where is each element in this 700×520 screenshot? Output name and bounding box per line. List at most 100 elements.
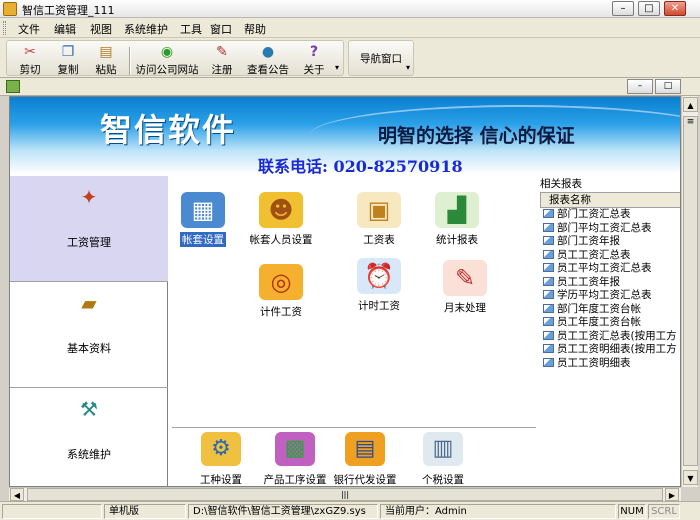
menu-window[interactable]: 窗口 — [210, 21, 232, 37]
register-pen-icon: ✎ — [216, 44, 228, 60]
report-item[interactable]: 部门平均工资汇总表 — [540, 222, 680, 236]
status-user: 当前用户：Admin — [380, 504, 616, 519]
report-item[interactable]: 员工工资汇总表 — [540, 249, 680, 263]
announcements-button[interactable]: ● 查看公告 — [243, 43, 293, 77]
vertical-scrollbar[interactable]: ▲ ≡ ▼ — [681, 96, 698, 487]
mdi-child-bar: – □ — [0, 78, 700, 96]
report-item[interactable]: 员工工资明细表 — [540, 357, 680, 371]
report-icon — [543, 263, 554, 272]
menu-edit[interactable]: 编辑 — [54, 21, 76, 37]
report-icon — [543, 209, 554, 218]
reports-column-header[interactable]: 报表名称 — [540, 192, 680, 208]
related-reports-panel: 相关报表 报表名称 部门工资汇总表 部门平均工资汇总表 部门工资年报 员工工资汇… — [538, 176, 680, 486]
income-tax-setup-item[interactable]: ▥ 个税设置 — [400, 432, 486, 486]
status-path: D:\智信软件\智信工资管理\zxGZ9.sys — [188, 504, 378, 519]
minimize-button[interactable]: – — [612, 1, 634, 16]
cut-button[interactable]: ✂ 剪切 — [15, 43, 45, 77]
banner-slogan: 明智的选择 信心的保证 — [378, 125, 575, 147]
scroll-left-arrow-icon[interactable]: ◀ — [10, 488, 24, 501]
hourly-wage-item[interactable]: ⏰ 计时工资 — [334, 258, 424, 313]
horizontal-scroll-thumb[interactable]: ||| — [27, 488, 663, 501]
piece-wage-item[interactable]: ◎ 计件工资 — [236, 264, 326, 319]
toolbar-separator — [129, 47, 131, 75]
report-item[interactable]: 员工平均工资汇总表 — [540, 262, 680, 276]
report-item[interactable]: 员工工资明细表(按用工方 — [540, 343, 680, 357]
month-end-item[interactable]: ✎ 月末处理 — [420, 260, 510, 315]
register-button[interactable]: ✎ 注册 — [207, 43, 237, 77]
status-bar: 单机版 D:\智信软件\智信工资管理\zxGZ9.sys 当前用户：Admin … — [0, 501, 700, 520]
report-item[interactable]: 学历平均工资汇总表 — [540, 289, 680, 303]
about-button[interactable]: ? 关于 — [299, 43, 329, 77]
brand-banner: 智信软件 明智的选择 信心的保证 联系电话: 020-82570918 — [10, 97, 680, 174]
menubar: 文件 编辑 视图 系统维护 工具 窗口 帮助 — [0, 18, 700, 38]
standard-toolbar: ✂ 剪切 ❐ 复制 ▤ 粘贴 ◉ 访问公司网站 ✎ 注册 ● 查看公告 ? 关于… — [6, 40, 344, 76]
reports-list: 部门工资汇总表 部门平均工资汇总表 部门工资年报 员工工资汇总表 员工平均工资汇… — [540, 208, 680, 486]
scroll-up-arrow-icon[interactable]: ▲ — [683, 97, 698, 112]
book-icon: ▰ — [81, 291, 97, 315]
clipboard-icon: ▤ — [99, 44, 113, 60]
window-title: 智信工资管理_111 — [22, 4, 115, 17]
account-setup-item[interactable]: ▦ 帐套设置 — [158, 192, 248, 247]
nav-system-maintenance[interactable]: ⚒ 系统维护 — [10, 388, 168, 486]
menu-help[interactable]: 帮助 — [244, 21, 266, 37]
account-staff-setup-item[interactable]: ☻ 帐套人员设置 — [236, 192, 326, 247]
nav-payroll-management[interactable]: ✦ 工资管理 — [10, 176, 168, 282]
report-item[interactable]: 员工工资年报 — [540, 276, 680, 290]
menu-tools[interactable]: 工具 — [180, 21, 202, 37]
toolbar: ✂ 剪切 ❐ 复制 ▤ 粘贴 ◉ 访问公司网站 ✎ 注册 ● 查看公告 ? 关于… — [0, 38, 700, 78]
web-globe-icon: ◉ — [160, 44, 174, 60]
maximize-button[interactable]: □ — [638, 1, 660, 16]
child-restore-button[interactable]: □ — [655, 79, 681, 94]
payroll-coin-icon: ✦ — [80, 185, 98, 209]
menubar-grip — [3, 21, 6, 35]
report-icon — [543, 290, 554, 299]
report-icon — [543, 249, 554, 259]
banner-contact: 联系电话: 020-82570918 — [258, 157, 463, 174]
wrench-tools-icon: ⚒ — [80, 397, 98, 421]
report-icon — [543, 222, 554, 232]
payroll-table-item[interactable]: ▣ 工资表 — [334, 192, 424, 247]
book-stack-icon: ▦ — [181, 192, 225, 228]
feature-panel: ▦ 帐套设置 ☻ 帐套人员设置 ▣ 工资表 ▟ 统计报表 ◎ 计件工资 ⏰ 计时… — [172, 176, 536, 424]
settings-panel: ⚙ 工种设置 ▩ 产品工序设置 ▤ 银行代发设置 ▥ 个税设置 — [172, 427, 536, 486]
menu-view[interactable]: 视图 — [90, 21, 112, 37]
report-icon — [543, 357, 554, 367]
report-item[interactable]: 员工工资汇总表(按用工方 — [540, 330, 680, 344]
status-num: NUM — [618, 504, 646, 519]
report-item[interactable]: 部门工资年报 — [540, 235, 680, 249]
nav-basic-data[interactable]: ▰ 基本资料 — [10, 282, 168, 388]
scroll-right-arrow-icon[interactable]: ▶ — [665, 488, 679, 501]
globe-icon: ● — [261, 44, 275, 60]
stat-report-item[interactable]: ▟ 统计报表 — [412, 192, 502, 247]
paste-button[interactable]: ▤ 粘贴 — [91, 43, 121, 77]
scroll-down-arrow-icon[interactable]: ▼ — [683, 470, 698, 485]
nav-toolbar-overflow-icon[interactable]: ▾ — [406, 63, 410, 72]
report-item[interactable]: 部门工资汇总表 — [540, 208, 680, 222]
navigation-toolbar: 导航窗口 ▾ — [348, 40, 414, 76]
status-blank — [2, 504, 102, 519]
menu-file[interactable]: 文件 — [18, 21, 40, 37]
report-icon — [543, 236, 554, 245]
calculator-icon: ▥ — [423, 432, 463, 466]
copy-button[interactable]: ❐ 复制 — [53, 43, 83, 77]
toolbar-overflow-icon[interactable]: ▾ — [335, 63, 339, 72]
report-icon — [543, 317, 554, 326]
visit-website-button[interactable]: ◉ 访问公司网站 — [133, 43, 201, 77]
report-item[interactable]: 部门年度工资台帐 — [540, 303, 680, 317]
child-window-icon — [6, 80, 20, 93]
horizontal-scrollbar[interactable]: ◀ ||| ▶ — [9, 487, 681, 501]
help-question-icon: ? — [309, 44, 319, 60]
report-item[interactable]: 员工年度工资台帐 — [540, 316, 680, 330]
banner-brand: 智信软件 — [100, 111, 237, 149]
report-icon — [543, 344, 554, 353]
menu-system[interactable]: 系统维护 — [124, 21, 168, 37]
main-client-area: 智信软件 明智的选择 信心的保证 联系电话: 020-82570918 ✦ 工资… — [9, 96, 681, 487]
window-titlebar: 智信工资管理_111 – □ ✕ — [0, 0, 700, 18]
close-button[interactable]: ✕ — [664, 1, 686, 16]
app-icon — [3, 2, 17, 16]
bank-payroll-setup-item[interactable]: ▤ 银行代发设置 — [322, 432, 408, 486]
people-icon: ☻ — [259, 192, 303, 228]
blocks-icon: ▩ — [275, 432, 315, 466]
vertical-scroll-thumb[interactable]: ≡ — [683, 116, 698, 466]
child-minimize-button[interactable]: – — [627, 79, 653, 94]
